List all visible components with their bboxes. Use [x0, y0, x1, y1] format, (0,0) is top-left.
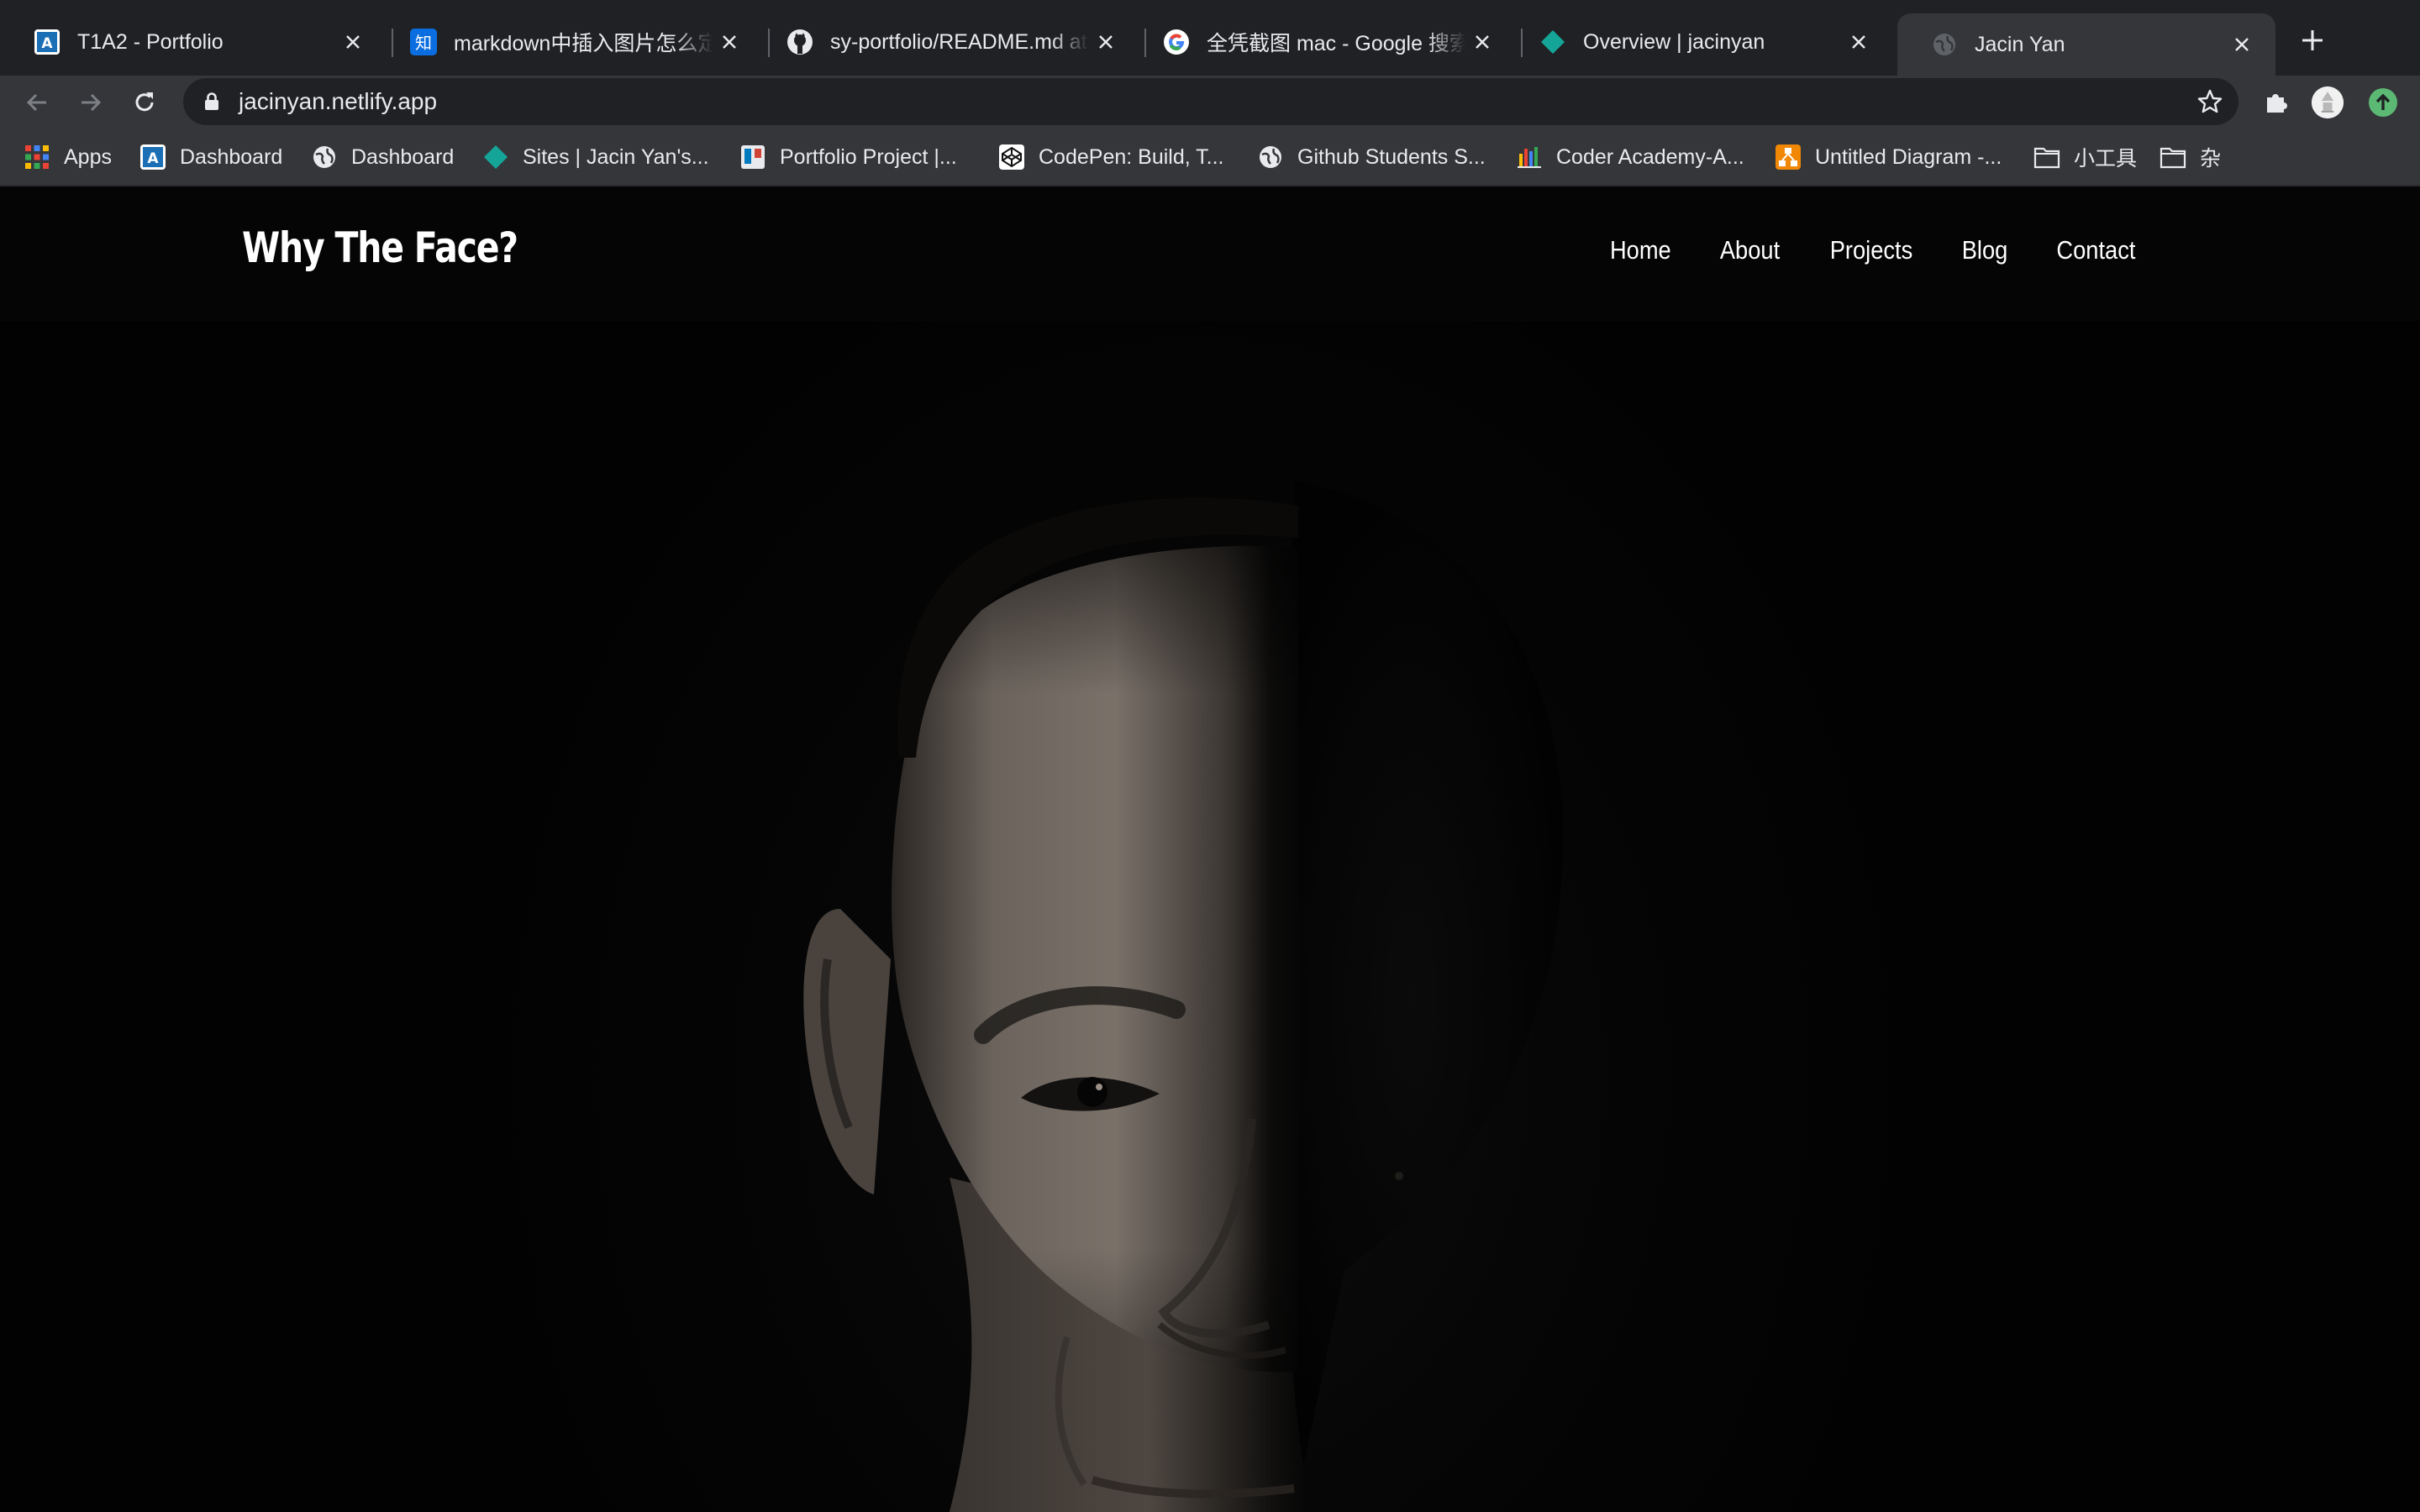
close-icon[interactable] — [1465, 25, 1499, 59]
coder-academy-icon: A — [139, 144, 166, 171]
site-header: Why The Face? Home About Projects Blog C… — [0, 186, 2420, 321]
tab-github-readme[interactable]: sy-portfolio/README.md at — [753, 13, 1139, 71]
nav-link-blog[interactable]: Blog — [1962, 235, 2008, 265]
hero-section — [0, 321, 2420, 1512]
bookmark-sites-netlify[interactable]: Sites | Jacin Yan's... — [482, 138, 709, 176]
lock-icon — [205, 92, 218, 110]
zhihu-icon: 知 — [410, 29, 437, 55]
bookmark-untitled-diagram[interactable]: Untitled Diagram -... — [1775, 138, 2002, 176]
apps-grid-icon — [24, 144, 50, 171]
tab-zhihu[interactable]: 知 markdown中插入图片怎么定义 — [376, 13, 763, 71]
bookmark-dashboard[interactable]: Dashboard — [311, 138, 454, 176]
tab-t1a2-portfolio[interactable]: A T1A2 - Portfolio — [0, 13, 387, 71]
tab-title: 全凭截图 mac - Google 搜索 — [1207, 32, 1465, 55]
globe-icon — [1931, 31, 1958, 58]
google-icon — [1163, 29, 1190, 55]
netlify-icon — [1539, 29, 1566, 55]
tab-title: sy-portfolio/README.md at — [830, 29, 1087, 54]
tab-jacin-yan[interactable]: Jacin Yan — [1897, 13, 2275, 76]
bookmark-label: Portfolio Project |... — [780, 144, 957, 169]
bookmark-star-icon[interactable] — [2196, 88, 2223, 115]
bookmark-label: Dashboard — [351, 144, 455, 169]
bookmark-label: Dashboard — [180, 144, 283, 169]
bookmark-label: Apps — [64, 144, 112, 169]
bookmark-github-students[interactable]: Github Students S... — [1257, 138, 1486, 176]
browser-toolbar: jacinyan.netlify.app — [0, 76, 2420, 128]
site-brand-logo[interactable]: Why The Face? — [242, 223, 518, 272]
bookmark-label: Sites | Jacin Yan's... — [523, 144, 709, 169]
svg-text:知: 知 — [415, 33, 432, 53]
update-arrow-icon[interactable] — [2366, 86, 2400, 119]
nav-link-contact[interactable]: Contact — [2057, 235, 2136, 265]
bookmark-codepen[interactable]: CodePen: Build, T... — [998, 138, 1224, 176]
drawio-icon — [1775, 144, 1802, 171]
close-icon[interactable] — [1089, 25, 1123, 59]
bookmark-coder-academy[interactable]: Coder Academy-A... — [1516, 138, 1744, 176]
nav-link-about[interactable]: About — [1720, 235, 1780, 265]
address-bar[interactable]: jacinyan.netlify.app — [183, 78, 2238, 125]
forward-arrow-icon[interactable] — [72, 84, 109, 121]
github-icon — [786, 29, 813, 55]
folder-icon — [2160, 144, 2186, 171]
globe-icon — [311, 144, 338, 171]
site-nav: Home About Projects Blog Contact — [1565, 235, 2141, 265]
bookmark-label: Coder Academy-A... — [1556, 144, 1744, 169]
web-page: Why The Face? Home About Projects Blog C… — [0, 186, 2420, 1512]
bookmark-label: CodePen: Build, T... — [1039, 144, 1224, 169]
folder-icon — [2033, 144, 2060, 171]
chart-icon — [1516, 144, 1543, 171]
bookmark-portfolio-project[interactable]: Portfolio Project |... — [739, 138, 957, 176]
bookmark-label: 小工具 — [2074, 147, 2138, 171]
tab-google-search[interactable]: 全凭截图 mac - Google 搜索 — [1129, 13, 1516, 71]
trello-icon — [739, 144, 766, 171]
back-arrow-icon[interactable] — [18, 84, 55, 121]
bookmark-label: Untitled Diagram -... — [1815, 144, 2002, 169]
svg-text:A: A — [41, 35, 53, 52]
nav-link-home[interactable]: Home — [1610, 235, 1671, 265]
nav-link-projects[interactable]: Projects — [1830, 235, 1913, 265]
profile-avatar[interactable] — [2311, 86, 2344, 119]
tab-title: markdown中插入图片怎么定义 — [454, 32, 713, 55]
bookmark-dashboard-coder-academy[interactable]: A Dashboard — [139, 138, 282, 176]
extensions-puzzle-icon[interactable] — [2259, 86, 2292, 119]
globe-icon — [1257, 144, 1284, 171]
address-url[interactable]: jacinyan.netlify.app — [239, 88, 437, 115]
tab-title: T1A2 - Portfolio — [77, 29, 224, 54]
new-tab-plus-icon[interactable] — [2294, 22, 2331, 59]
codepen-icon — [998, 144, 1025, 171]
coder-academy-icon: A — [34, 29, 60, 55]
tab-title: Jacin Yan — [1975, 32, 2065, 56]
hero-portrait-image — [803, 480, 1564, 1512]
tab-netlify-overview[interactable]: Overview | jacinyan — [1506, 13, 1892, 71]
netlify-icon — [482, 144, 509, 171]
close-icon[interactable] — [1842, 25, 1876, 59]
bookmark-folder-misc[interactable]: 杂 — [2160, 138, 2221, 176]
bookmark-folder-tools[interactable]: 小工具 — [2033, 138, 2137, 176]
tab-title: Overview | jacinyan — [1583, 29, 1765, 54]
bookmark-label: 杂 — [2200, 147, 2222, 171]
close-icon[interactable] — [2225, 28, 2259, 61]
reload-icon[interactable] — [126, 84, 163, 121]
close-icon[interactable] — [336, 25, 370, 59]
svg-text:A: A — [147, 150, 159, 167]
bookmarks-bar: Apps A Dashboard Dashboard Sites | Jacin… — [0, 128, 2420, 186]
bookmark-label: Github Students S... — [1297, 144, 1486, 169]
bookmark-apps[interactable]: Apps — [24, 138, 112, 176]
browser-tab-strip: A T1A2 - Portfolio 知 markdown中插入图片怎么定义 s… — [0, 0, 2420, 76]
close-icon[interactable] — [713, 25, 746, 59]
